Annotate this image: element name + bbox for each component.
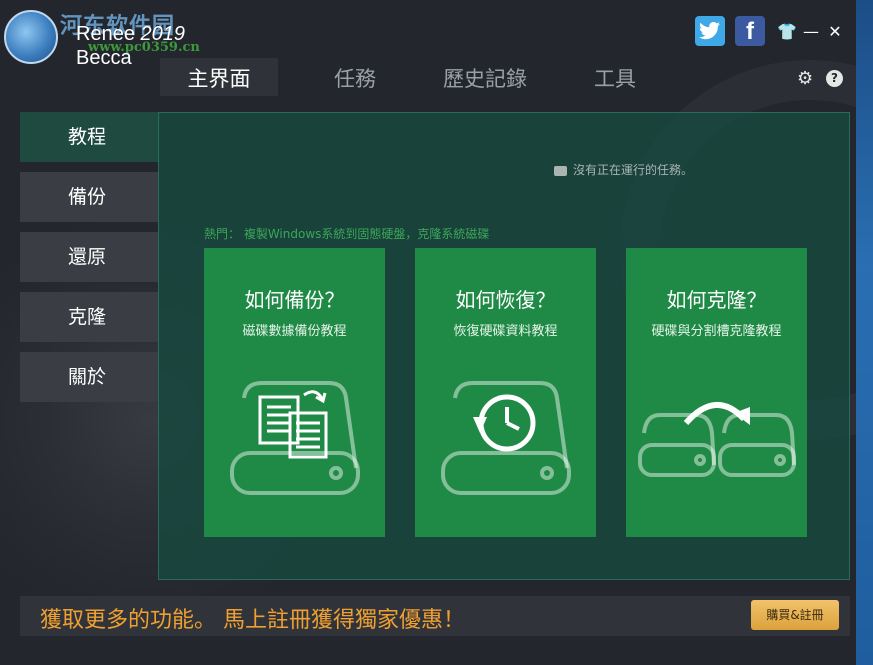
tutorial-cards: 如何備份？ 磁碟數據備份教程 如何恢復？ 恢復硬碟資料教程 如何克隆？ 硬碟與分… [204, 248, 837, 537]
close-icon[interactable]: ✕ [823, 22, 847, 41]
settings-gear-icon[interactable]: ⚙ [797, 68, 813, 89]
sidebar: 教程 備份 還原 克隆 關於 [20, 112, 160, 412]
brand-name: Renee [76, 23, 135, 45]
window-controls: f 👕 — ✕ [695, 16, 847, 46]
message-bubble-icon [554, 165, 567, 176]
hot-topics-link[interactable]: 熱門： 複製Windows系統到固態硬盤，克隆系統磁碟 [204, 225, 489, 242]
card-how-to-backup[interactable]: 如何備份？ 磁碟數據備份教程 [204, 248, 385, 537]
sidebar-item-clone[interactable]: 克隆 [20, 292, 158, 342]
task-status-text: 沒有正在運行的任務。 [573, 163, 694, 177]
sidebar-item-tutorial[interactable]: 教程 [20, 112, 160, 162]
card-title: 如何恢復？ [455, 288, 556, 312]
tutorial-panel: 沒有正在運行的任務。 熱門： 複製Windows系統到固態硬盤，克隆系統磁碟 如… [158, 112, 850, 580]
sidebar-item-backup[interactable]: 備份 [20, 172, 158, 222]
tab-history[interactable]: 歷史記錄 [420, 58, 550, 96]
card-subtitle: 恢復硬碟資料教程 [453, 324, 558, 339]
card-title: 如何克隆？ [666, 288, 767, 312]
promo-text: 獲取更多的功能。 馬上註冊獲得獨家優惠！ [40, 608, 465, 633]
twitter-icon[interactable] [695, 16, 725, 46]
tab-tasks[interactable]: 任務 [290, 58, 420, 96]
card-how-to-clone[interactable]: 如何克隆？ 硬碟與分割槽克隆教程 [626, 248, 807, 537]
desktop-background [856, 0, 873, 665]
card-subtitle: 硬碟與分割槽克隆教程 [651, 324, 782, 339]
sidebar-item-restore[interactable]: 還原 [20, 232, 158, 282]
watermark-logo-icon [4, 10, 58, 64]
sidebar-item-about[interactable]: 關於 [20, 352, 158, 402]
restore-clock-icon [415, 373, 596, 503]
app-window: 河东软件园 www.pc0359.cn Renee 2019 Becca 主界面… [0, 0, 856, 665]
backup-documents-icon [204, 373, 385, 503]
card-title: 如何備份？ [244, 288, 345, 312]
promo-bar: 獲取更多的功能。 馬上註冊獲得獨家優惠！ 購買&註冊 [20, 596, 850, 636]
buy-register-button[interactable]: 購買&註冊 [751, 600, 839, 630]
facebook-icon[interactable]: f [735, 16, 765, 46]
skin-icon[interactable]: 👕 [775, 22, 799, 41]
help-icon[interactable]: ? [826, 70, 843, 87]
card-how-to-restore[interactable]: 如何恢復？ 恢復硬碟資料教程 [415, 248, 596, 537]
main-tabs: 主界面 任務 歷史記錄 工具 [160, 58, 680, 96]
task-status: 沒有正在運行的任務。 [554, 161, 693, 178]
clone-disks-icon [626, 373, 807, 503]
brand-year: 2019 [140, 23, 186, 45]
brand-product: Becca [76, 47, 132, 69]
card-subtitle: 磁碟數據備份教程 [242, 324, 347, 339]
tab-home[interactable]: 主界面 [160, 58, 278, 96]
tab-tools[interactable]: 工具 [550, 58, 680, 96]
minimize-icon[interactable]: — [799, 22, 823, 41]
